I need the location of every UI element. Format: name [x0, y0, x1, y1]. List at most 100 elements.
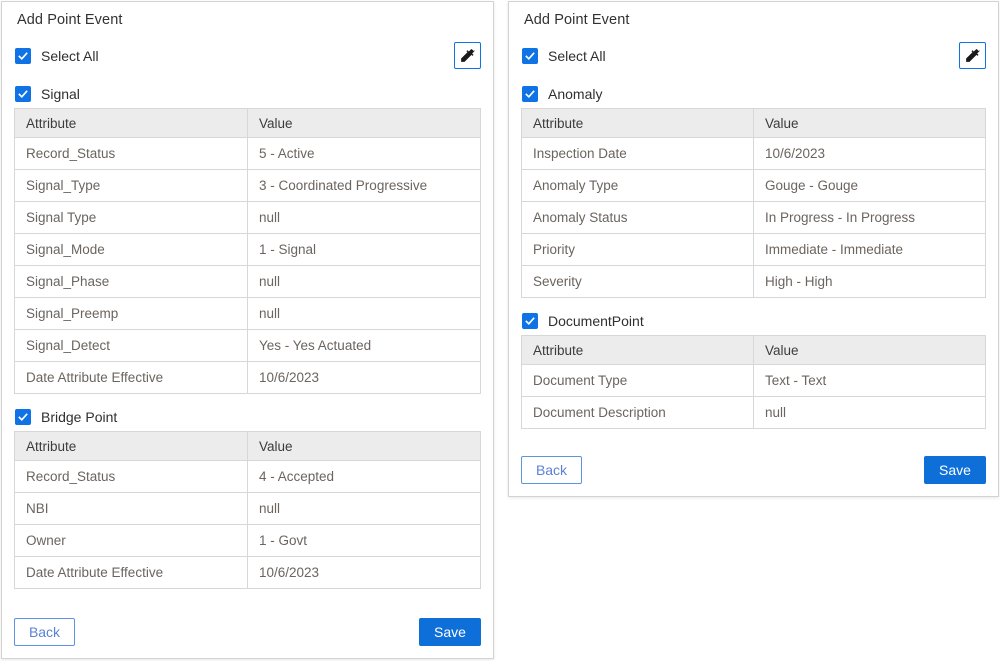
value-cell: null [248, 266, 481, 298]
save-button[interactable]: Save [419, 618, 481, 646]
footer-actions: Back Save [521, 456, 986, 484]
attribute-cell: Signal_Detect [15, 330, 248, 362]
checkmark-icon [524, 50, 536, 62]
value-cell: Yes - Yes Actuated [248, 330, 481, 362]
checkmark-icon [17, 88, 29, 100]
section-label[interactable]: Anomaly [548, 86, 602, 102]
section-label[interactable]: DocumentPoint [548, 313, 644, 329]
table-row: Signal_Type3 - Coordinated Progressive [15, 170, 481, 202]
value-cell: 10/6/2023 [248, 557, 481, 589]
column-header-value: Value [248, 109, 481, 138]
select-all-checkbox[interactable] [15, 48, 31, 64]
table-row: Document Descriptionnull [522, 397, 986, 429]
table-row: Signal Typenull [15, 202, 481, 234]
table-row: Document TypeText - Text [522, 365, 986, 397]
attribute-table: AttributeValueRecord_Status4 - AcceptedN… [14, 431, 481, 589]
checkmark-icon [524, 315, 536, 327]
column-header-value: Value [754, 336, 986, 365]
footer-actions: Back Save [14, 618, 481, 646]
checkbox-anomaly[interactable] [522, 86, 538, 102]
attribute-cell: Priority [522, 234, 754, 266]
column-header-attribute: Attribute [522, 109, 754, 138]
value-cell: 5 - Active [248, 138, 481, 170]
table-row: NBInull [15, 493, 481, 525]
select-all-row: Select All [15, 42, 481, 69]
section-anomaly: Anomaly AttributeValueInspection Date10/6… [521, 86, 986, 298]
column-header-attribute: Attribute [15, 432, 248, 461]
value-cell: 1 - Govt [248, 525, 481, 557]
column-header-value: Value [754, 109, 986, 138]
table-row: Anomaly TypeGouge - Gouge [522, 170, 986, 202]
select-all-row: Select All [522, 42, 986, 69]
section-checkbox-row: Bridge Point [15, 409, 481, 425]
value-cell: In Progress - In Progress [754, 202, 986, 234]
select-all-label[interactable]: Select All [41, 48, 99, 64]
checkbox-signal[interactable] [15, 86, 31, 102]
attribute-table: AttributeValueInspection Date10/6/2023An… [521, 108, 986, 298]
attribute-cell: Signal_Mode [15, 234, 248, 266]
column-header-attribute: Attribute [15, 109, 248, 138]
attribute-cell: Signal_Preemp [15, 298, 248, 330]
value-cell: 4 - Accepted [248, 461, 481, 493]
value-cell: null [754, 397, 986, 429]
back-button[interactable]: Back [14, 618, 75, 646]
page-title: Add Point Event [524, 12, 986, 28]
table-row: PriorityImmediate - Immediate [522, 234, 986, 266]
table-row: SeverityHigh - High [522, 266, 986, 298]
value-cell: 1 - Signal [248, 234, 481, 266]
attribute-cell: Date Attribute Effective [15, 362, 248, 394]
section-checkbox-row: Anomaly [522, 86, 986, 102]
checkmark-icon [524, 88, 536, 100]
attribute-cell: Anomaly Type [522, 170, 754, 202]
table-row: Record_Status5 - Active [15, 138, 481, 170]
value-cell: High - High [754, 266, 986, 298]
section-label[interactable]: Signal [41, 86, 80, 102]
table-row: Owner1 - Govt [15, 525, 481, 557]
attribute-table: AttributeValueRecord_Status5 - ActiveSig… [14, 108, 481, 394]
value-cell: null [248, 298, 481, 330]
attribute-cell: Document Description [522, 397, 754, 429]
value-cell: Text - Text [754, 365, 986, 397]
attribute-cell: Signal Type [15, 202, 248, 234]
back-button[interactable]: Back [521, 456, 582, 484]
eyedropper-icon [459, 47, 476, 64]
section-documentpoint: DocumentPoint AttributeValueDocument Type… [521, 313, 986, 429]
attribute-cell: NBI [15, 493, 248, 525]
section-signal: Signal AttributeValueRecord_Status5 - Act… [14, 86, 481, 394]
checkbox-bridge-point[interactable] [15, 409, 31, 425]
eyedropper-button[interactable] [454, 42, 481, 69]
attribute-cell: Document Type [522, 365, 754, 397]
select-all-checkbox-row: Select All [522, 48, 606, 64]
select-all-label[interactable]: Select All [548, 48, 606, 64]
column-header-attribute: Attribute [522, 336, 754, 365]
eyedropper-icon [964, 47, 981, 64]
attribute-table: AttributeValueDocument TypeText - TextDo… [521, 335, 986, 429]
value-cell: 10/6/2023 [248, 362, 481, 394]
attribute-cell: Date Attribute Effective [15, 557, 248, 589]
table-row: Signal_Mode1 - Signal [15, 234, 481, 266]
attribute-cell: Inspection Date [522, 138, 754, 170]
attribute-cell: Record_Status [15, 461, 248, 493]
select-all-checkbox[interactable] [522, 48, 538, 64]
attribute-cell: Record_Status [15, 138, 248, 170]
select-all-checkbox-row: Select All [15, 48, 99, 64]
save-button[interactable]: Save [924, 456, 986, 484]
section-checkbox-row: DocumentPoint [522, 313, 986, 329]
page-title: Add Point Event [17, 12, 481, 28]
table-row: Date Attribute Effective10/6/2023 [15, 557, 481, 589]
attribute-cell: Signal_Type [15, 170, 248, 202]
column-header-value: Value [248, 432, 481, 461]
checkbox-documentpoint[interactable] [522, 313, 538, 329]
section-label[interactable]: Bridge Point [41, 409, 117, 425]
sections: SignalAttributeValueRecord_Status5 - Act… [14, 86, 481, 604]
checkmark-icon [17, 411, 29, 423]
table-row: Record_Status4 - Accepted [15, 461, 481, 493]
eyedropper-button[interactable] [959, 42, 986, 69]
table-row: Date Attribute Effective10/6/2023 [15, 362, 481, 394]
section-checkbox-row: Signal [15, 86, 481, 102]
value-cell: Gouge - Gouge [754, 170, 986, 202]
add-point-event-panel-2: Add Point Event Select All Anomaly Attrib… [508, 1, 999, 497]
attribute-cell: Anomaly Status [522, 202, 754, 234]
value-cell: null [248, 202, 481, 234]
table-row: Signal_Phasenull [15, 266, 481, 298]
